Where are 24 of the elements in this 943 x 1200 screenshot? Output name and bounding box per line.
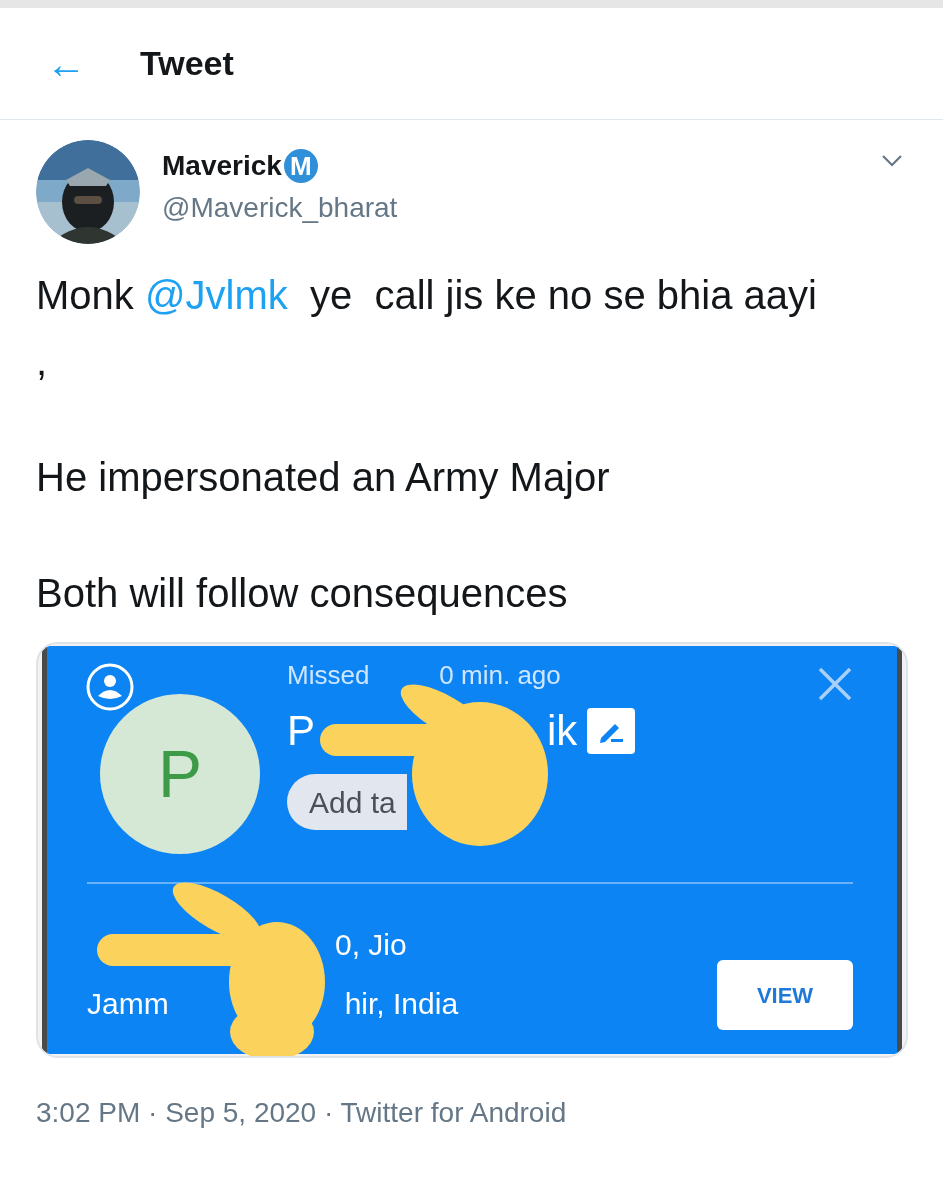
author-badge: M: [283, 149, 318, 183]
close-icon[interactable]: [817, 666, 853, 702]
back-button[interactable]: ←: [46, 43, 86, 84]
add-tag-button[interactable]: Add ta: [287, 774, 407, 830]
tweet-timestamp: 3:02 PM · Sep 5, 2020 · Twitter for Android: [36, 1096, 568, 1130]
tweet-text: Monk @Jvlmk ye call jis ke no se bhia aayi ,: [36, 272, 818, 385]
author-name: Maverick: [162, 149, 282, 183]
person-icon: [85, 662, 135, 712]
contact-name: ik: [547, 706, 578, 756]
location-text: hir, India: [344, 986, 459, 1022]
tweet-text: Both will follow consequences: [36, 570, 569, 617]
location-text: Jamm: [87, 986, 169, 1022]
page-title: Tweet: [140, 43, 234, 84]
phone-number: 0, Jio: [335, 927, 407, 963]
contact-name: P: [287, 706, 315, 756]
contact-avatar: P: [100, 694, 260, 854]
tweet-text: He impersonated an Army Major: [36, 454, 611, 501]
chevron-down-icon[interactable]: [881, 154, 903, 168]
author-handle: @Maverick_bharat: [162, 191, 399, 225]
edit-icon[interactable]: [587, 707, 636, 754]
view-button[interactable]: VIEW: [717, 960, 853, 1030]
mention-link[interactable]: @Jvlmk: [144, 273, 288, 317]
call-status: Missed: [287, 659, 370, 692]
call-time: 0 min. ago: [439, 659, 561, 692]
